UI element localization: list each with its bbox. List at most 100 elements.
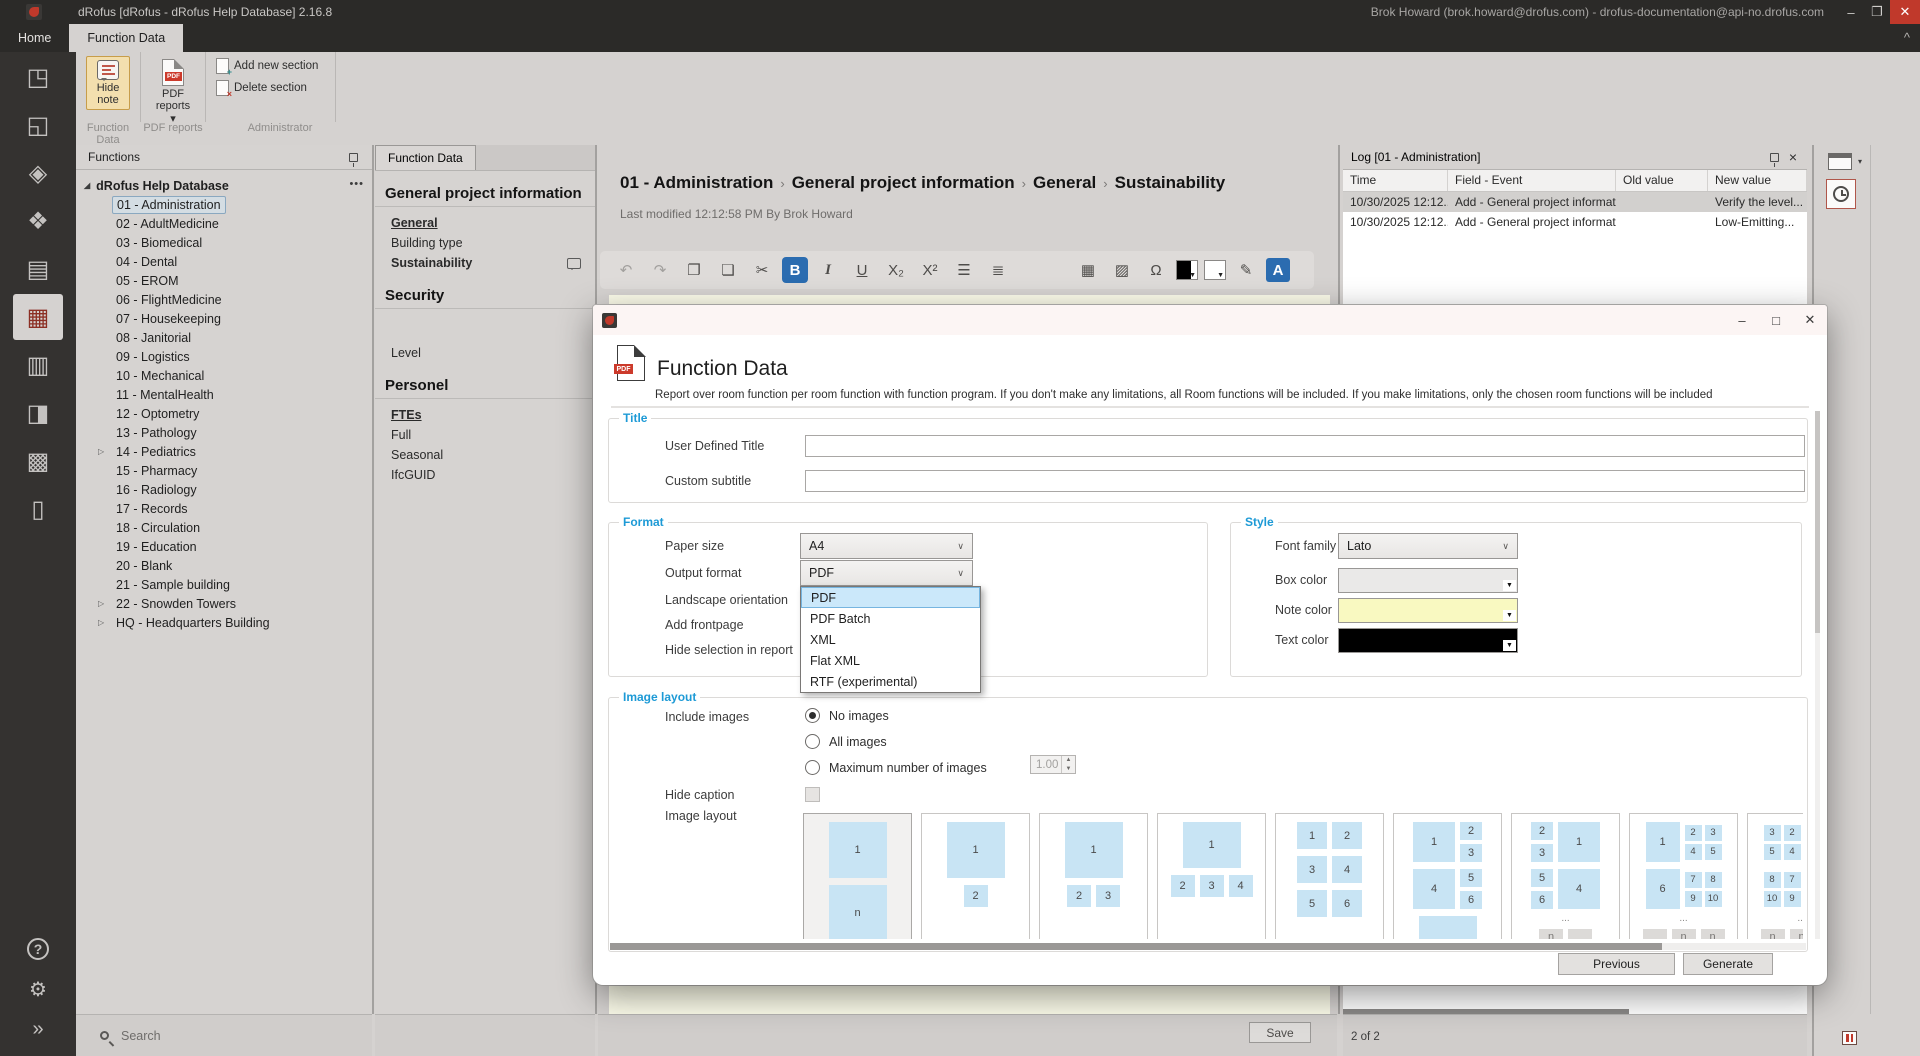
undo-icon[interactable]: ↶ xyxy=(612,257,640,283)
image-layout-option[interactable]: 1234 xyxy=(1157,813,1266,939)
search-bar[interactable]: Search xyxy=(76,1014,372,1056)
tree-item[interactable]: ▷HQ - Headquarters Building xyxy=(76,613,372,632)
tree-item[interactable]: 12 - Optometry xyxy=(76,404,372,423)
image-layout-option[interactable]: 12 xyxy=(921,813,1030,939)
pin-icon[interactable] xyxy=(349,153,358,162)
documents-module-icon[interactable]: ▤ xyxy=(13,246,63,292)
image-layout-option[interactable]: 1n xyxy=(803,813,912,939)
column-header-time[interactable]: Time xyxy=(1343,170,1448,191)
image-layout-option[interactable]: 123456 xyxy=(1275,813,1384,939)
underline-icon[interactable]: U xyxy=(848,257,876,283)
dropdown-option[interactable]: Flat XML xyxy=(801,650,980,671)
delete-section-button[interactable]: × Delete section xyxy=(216,80,318,96)
tree-root-database[interactable]: ◢ dRofus Help Database xyxy=(76,176,372,195)
tree-item[interactable]: 21 - Sample building xyxy=(76,575,372,594)
tree-item[interactable]: 20 - Blank xyxy=(76,556,372,575)
section-item[interactable]: Level xyxy=(375,343,595,363)
column-header-new-value[interactable]: New value xyxy=(1708,170,1807,191)
expander-icon[interactable]: ◢ xyxy=(84,181,90,190)
function-data-module-icon[interactable]: ▦ xyxy=(13,294,63,340)
chevron-down-icon[interactable]: ▾ xyxy=(1858,157,1862,166)
column-header-old-value[interactable]: Old value xyxy=(1616,170,1708,191)
text-color-icon[interactable]: ▼ xyxy=(1176,260,1198,280)
tree-item[interactable]: ▷22 - Snowden Towers xyxy=(76,594,372,613)
insert-image-icon[interactable]: ▨ xyxy=(1108,257,1136,283)
breadcrumb-item[interactable]: 01 - Administration xyxy=(620,173,773,192)
logistics-module-icon[interactable]: ◨ xyxy=(13,390,63,436)
radio-maximum-number-of-images[interactable] xyxy=(805,760,820,775)
tree-item[interactable]: ▷14 - Pediatrics xyxy=(76,442,372,461)
panel-layout-icon[interactable] xyxy=(1828,153,1852,170)
dialog-maximize-button[interactable]: □ xyxy=(1759,305,1793,335)
items-module-icon[interactable]: ◱ xyxy=(13,102,63,148)
tab-function-data-panel[interactable]: Function Data xyxy=(375,145,476,170)
bold-icon[interactable]: B xyxy=(782,257,808,283)
tree-item[interactable]: 18 - Circulation xyxy=(76,518,372,537)
tree-item[interactable]: 17 - Records xyxy=(76,499,372,518)
search-input[interactable]: Search xyxy=(121,1029,161,1043)
dropdown-option[interactable]: RTF (experimental) xyxy=(801,671,980,692)
radio-no-images[interactable] xyxy=(805,708,820,723)
redo-icon[interactable]: ↷ xyxy=(646,257,674,283)
core-module-icon[interactable]: ◈ xyxy=(13,150,63,196)
tree-item[interactable]: 10 - Mechanical xyxy=(76,366,372,385)
close-icon[interactable]: × xyxy=(1789,149,1797,165)
box-color-picker[interactable]: ▼ xyxy=(1338,568,1518,593)
tree-item[interactable]: 11 - MentalHealth xyxy=(76,385,372,404)
dropdown-option[interactable]: PDF Batch xyxy=(801,608,980,629)
superscript-icon[interactable]: X² xyxy=(916,257,944,283)
image-layout-option[interactable]: 32541871096...nn xyxy=(1747,813,1803,939)
pin-icon[interactable] xyxy=(1770,153,1779,162)
collapse-ribbon-icon[interactable]: ^ xyxy=(1904,30,1910,45)
dialog-close-button[interactable]: ✕ xyxy=(1793,305,1827,335)
pdf-reports-button[interactable]: PDF PDF reports ▾ xyxy=(151,56,195,128)
expand-sidebar-button[interactable]: » xyxy=(13,1010,63,1048)
spinner-down-icon[interactable]: ▼ xyxy=(1062,765,1075,774)
tree-item[interactable]: 07 - Housekeeping xyxy=(76,309,372,328)
note-color-picker[interactable]: ▼ xyxy=(1338,598,1518,623)
database-module-icon[interactable]: ▥ xyxy=(13,342,63,388)
font-family-select[interactable]: Lato ∨ xyxy=(1338,533,1518,559)
dialog-minimize-button[interactable]: – xyxy=(1725,305,1759,335)
panel-divider[interactable] xyxy=(372,145,374,1014)
tree-item[interactable]: 13 - Pathology xyxy=(76,423,372,442)
tree-item[interactable]: 15 - Pharmacy xyxy=(76,461,372,480)
spinner-up-icon[interactable]: ▲ xyxy=(1062,756,1075,765)
breadcrumb-item[interactable]: Sustainability xyxy=(1115,173,1226,192)
tree-item[interactable]: 16 - Radiology xyxy=(76,480,372,499)
tree-item[interactable]: 03 - Biomedical xyxy=(76,233,372,252)
section-item[interactable]: Seasonal xyxy=(375,445,595,465)
add-new-section-button[interactable]: + Add new section xyxy=(216,58,318,74)
previous-button[interactable]: Previous xyxy=(1558,953,1675,975)
generate-button[interactable]: Generate xyxy=(1683,953,1773,975)
insert-table-icon[interactable]: ▦ xyxy=(1074,257,1102,283)
tree-item[interactable]: 08 - Janitorial xyxy=(76,328,372,347)
column-header-field-event[interactable]: Field - Event xyxy=(1448,170,1616,191)
gallery-hscrollbar[interactable] xyxy=(610,943,1806,950)
comment-icon[interactable] xyxy=(567,258,581,269)
tree-item[interactable]: 02 - AdultMedicine xyxy=(76,214,372,233)
highlight-color-icon[interactable]: ▼ xyxy=(1204,260,1226,280)
bullet-list-icon[interactable]: ☰ xyxy=(950,257,978,283)
tab-home[interactable]: Home xyxy=(0,24,69,52)
section-item[interactable]: Building type xyxy=(375,233,595,253)
log-row[interactable]: 10/30/2025 12:12...Add - General project… xyxy=(1343,212,1807,232)
section-item[interactable]: Sustainability xyxy=(375,253,595,273)
cut-icon[interactable]: ✂ xyxy=(748,257,776,283)
section-item[interactable]: FTEs xyxy=(375,405,595,425)
tab-function-data[interactable]: Function Data xyxy=(69,24,183,52)
image-layout-option[interactable]: 123 xyxy=(1039,813,1148,939)
numbered-list-icon[interactable]: ≣ xyxy=(984,257,1012,283)
expander-icon[interactable]: ▷ xyxy=(98,618,104,627)
text-color-picker[interactable]: ▼ xyxy=(1338,628,1518,653)
systems-module-icon[interactable]: ❖ xyxy=(13,198,63,244)
tree-item[interactable]: 09 - Logistics xyxy=(76,347,372,366)
hide-note-button[interactable]: Hide note xyxy=(86,56,130,110)
subscript-icon[interactable]: X₂ xyxy=(882,257,910,283)
image-layout-option[interactable]: 12345678910...nn xyxy=(1629,813,1738,939)
max-images-spinner[interactable]: 1.00 ▲▼ xyxy=(1030,755,1076,774)
user-defined-title-input[interactable] xyxy=(805,435,1805,457)
expander-icon[interactable]: ▷ xyxy=(98,447,104,456)
breadcrumb-item[interactable]: General xyxy=(1033,173,1096,192)
tree-item[interactable]: 04 - Dental xyxy=(76,252,372,271)
